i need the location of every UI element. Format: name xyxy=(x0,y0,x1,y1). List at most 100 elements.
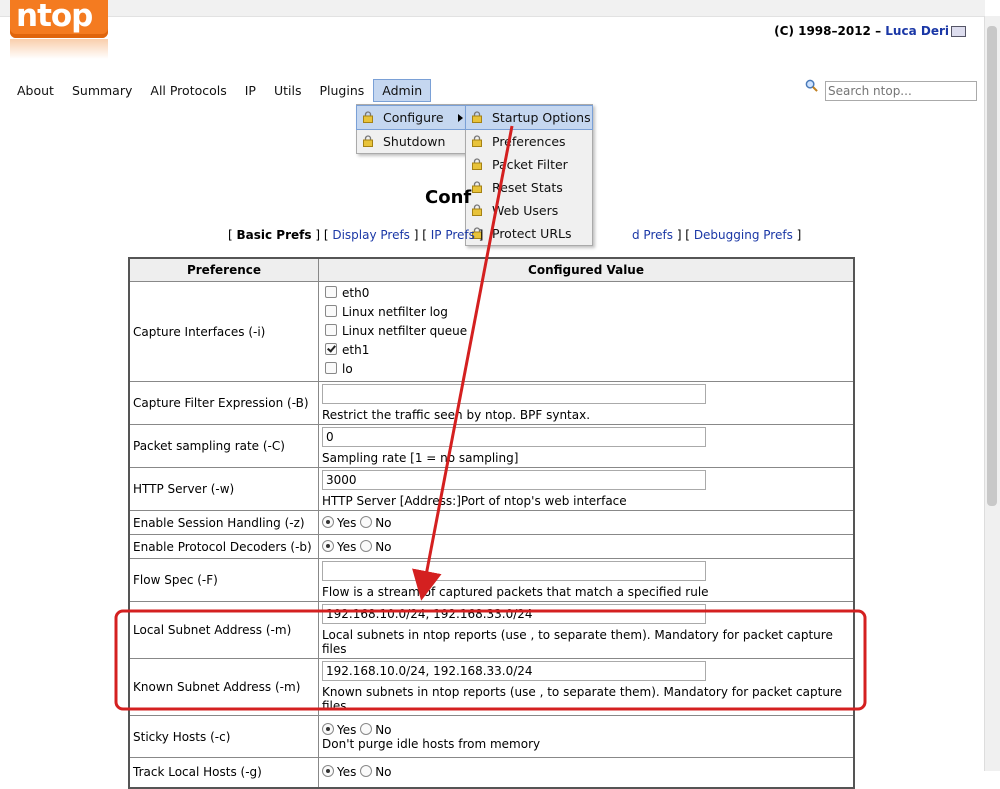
menu-item-protect-urls[interactable]: Protect URLs xyxy=(466,222,592,245)
menu-item-shutdown[interactable]: Shutdown xyxy=(357,130,467,153)
known-subnet-input[interactable] xyxy=(322,661,706,681)
nav-ip[interactable]: IP xyxy=(236,79,265,102)
lock-icon xyxy=(472,204,482,216)
table-header-row: Preference Configured Value xyxy=(128,257,855,282)
lock-icon xyxy=(472,111,482,123)
pref-value: Yes No xyxy=(318,510,855,535)
radio-label: No xyxy=(375,515,392,530)
interface-label: lo xyxy=(342,362,353,376)
mail-icon[interactable] xyxy=(951,26,966,37)
radio-label: Yes xyxy=(337,765,357,780)
lock-icon xyxy=(363,111,373,123)
main-nav: About Summary All Protocols IP Utils Plu… xyxy=(8,79,432,102)
help-text: HTTP Server [Address:]Port of ntop's web… xyxy=(322,494,627,508)
nav-plugins[interactable]: Plugins xyxy=(311,79,374,102)
interface-option[interactable]: Linux netfilter queue xyxy=(325,322,850,341)
radio-no[interactable] xyxy=(360,515,373,528)
page-scrollbar[interactable] xyxy=(984,16,1000,771)
radio-label: No xyxy=(375,765,392,780)
radio-label: No xyxy=(375,539,392,554)
menu-item-label: Web Users xyxy=(492,203,559,218)
interface-label: Linux netfilter queue xyxy=(342,324,468,338)
menu-item-web-users[interactable]: Web Users xyxy=(466,199,592,222)
pref-value: Known subnets in ntop reports (use , to … xyxy=(318,658,855,716)
config-table: Preference Configured Value Capture Inte… xyxy=(128,257,855,789)
radio-yes[interactable] xyxy=(322,515,334,528)
radio-no[interactable] xyxy=(360,765,373,778)
help-text: Local subnets in ntop reports (use , to … xyxy=(322,628,833,656)
pref-label: Known Subnet Address (-m) xyxy=(128,658,319,716)
checkbox[interactable] xyxy=(325,286,337,298)
nav-admin[interactable]: Admin xyxy=(373,79,432,102)
checkbox[interactable] xyxy=(325,324,337,336)
checkbox[interactable] xyxy=(325,305,337,317)
interface-option[interactable]: eth1 xyxy=(325,341,850,360)
row-http-server: HTTP Server (-w) HTTP Server [Address:]P… xyxy=(128,467,855,511)
menu-item-packet-filter[interactable]: Packet Filter xyxy=(466,153,592,176)
pref-label: Packet sampling rate (-C) xyxy=(128,424,319,468)
checkbox[interactable] xyxy=(325,362,337,374)
menu-item-label: Preferences xyxy=(492,134,566,149)
pref-label: Enable Session Handling (-z) xyxy=(128,510,319,535)
interface-option[interactable]: lo xyxy=(325,360,850,379)
tab-display-prefs[interactable]: Display Prefs xyxy=(332,228,410,242)
radio-yes[interactable] xyxy=(322,539,334,552)
top-strip xyxy=(0,0,985,17)
pref-value: Restrict the traffic seen by ntop. BPF s… xyxy=(318,381,855,425)
pref-label: Enable Protocol Decoders (-b) xyxy=(128,534,319,559)
row-track-local-hosts: Track Local Hosts (-g) Yes No xyxy=(128,757,855,788)
menu-item-label: Configure xyxy=(383,110,444,125)
lock-icon xyxy=(363,135,373,147)
pref-value: HTTP Server [Address:]Port of ntop's web… xyxy=(318,467,855,511)
menu-item-preferences[interactable]: Preferences xyxy=(466,130,592,153)
menu-item-configure[interactable]: Configure xyxy=(356,105,468,130)
help-text: Flow is a stream of captured packets tha… xyxy=(322,585,709,599)
logo-reflection xyxy=(10,39,108,59)
menu-item-label: Startup Options xyxy=(492,110,591,125)
ntop-logo[interactable]: ntop xyxy=(10,0,108,59)
tab-advanced-prefs[interactable]: d Prefs xyxy=(632,228,673,242)
capture-filter-input[interactable] xyxy=(322,384,706,404)
author-link[interactable]: Luca Deri xyxy=(885,24,949,38)
sampling-rate-input[interactable] xyxy=(322,427,706,447)
column-header-value: Configured Value xyxy=(318,257,855,282)
nav-utils[interactable]: Utils xyxy=(265,79,311,102)
radio-no[interactable] xyxy=(360,722,373,735)
http-server-input[interactable] xyxy=(322,470,706,490)
row-known-subnet: Known Subnet Address (-m) Known subnets … xyxy=(128,658,855,716)
interface-option[interactable]: Linux netfilter log xyxy=(325,303,850,322)
menu-item-startup-options[interactable]: Startup Options xyxy=(465,105,593,130)
checkbox-checked[interactable] xyxy=(325,343,337,355)
row-sticky-hosts: Sticky Hosts (-c) Yes No Don't purge idl… xyxy=(128,715,855,758)
radio-label: Yes xyxy=(337,515,357,530)
nav-about[interactable]: About xyxy=(8,79,63,102)
radio-no[interactable] xyxy=(360,539,373,552)
menu-item-reset-stats[interactable]: Reset Stats xyxy=(466,176,592,199)
row-flow-spec: Flow Spec (-F) Flow is a stream of captu… xyxy=(128,558,855,602)
configure-menu: Startup Options Preferences Packet Filte… xyxy=(465,104,593,246)
menu-item-label: Shutdown xyxy=(383,134,446,149)
lock-icon xyxy=(472,181,482,193)
interface-option[interactable]: eth0 xyxy=(325,284,850,303)
menu-item-label: Packet Filter xyxy=(492,157,568,172)
scrollbar-thumb[interactable] xyxy=(987,26,997,506)
flow-spec-input[interactable] xyxy=(322,561,706,581)
pref-value: Yes No xyxy=(318,534,855,559)
tab-basic-prefs[interactable]: Basic Prefs xyxy=(237,228,312,242)
help-text: Restrict the traffic seen by ntop. BPF s… xyxy=(322,408,591,422)
local-subnet-input[interactable] xyxy=(322,604,706,624)
radio-yes[interactable] xyxy=(322,722,334,735)
pref-value: Yes No Don't purge idle hosts from memor… xyxy=(318,715,855,758)
tab-debugging-prefs[interactable]: Debugging Prefs xyxy=(694,228,793,242)
row-sampling-rate: Packet sampling rate (-C) Sampling rate … xyxy=(128,424,855,468)
radio-yes[interactable] xyxy=(322,765,334,778)
copyright: (C) 1998–2012 – Luca Deri xyxy=(774,24,966,38)
search-input[interactable] xyxy=(825,81,977,101)
nav-all-protocols[interactable]: All Protocols xyxy=(141,79,235,102)
tab-ip-prefs[interactable]: IP Prefs xyxy=(431,228,475,242)
radio-label: No xyxy=(375,722,392,737)
nav-summary[interactable]: Summary xyxy=(63,79,141,102)
copyright-prefix: (C) 1998–2012 – xyxy=(774,24,882,38)
interface-label: Linux netfilter log xyxy=(342,305,448,319)
pref-label: Local Subnet Address (-m) xyxy=(128,601,319,659)
